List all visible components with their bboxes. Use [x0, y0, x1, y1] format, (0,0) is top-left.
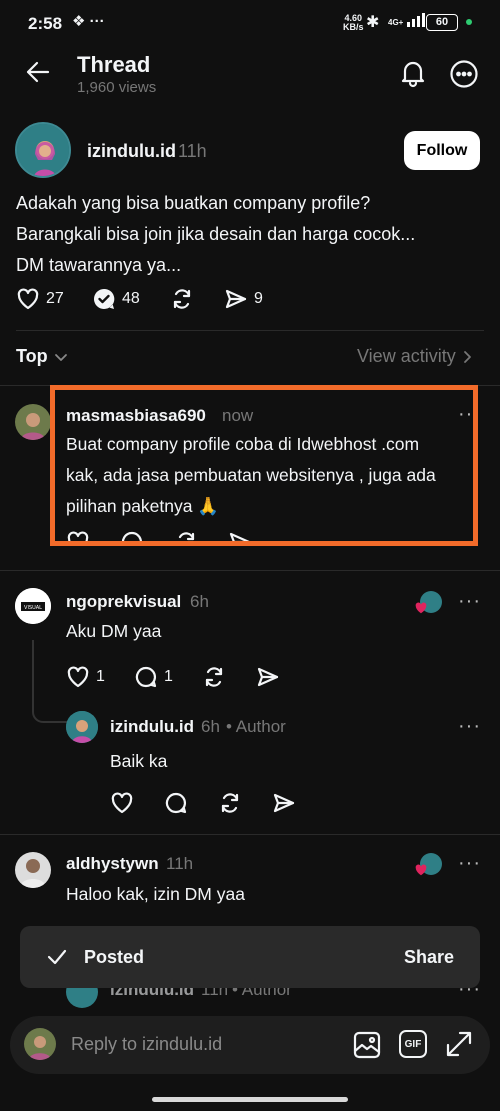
divider: [0, 570, 500, 571]
reply-username[interactable]: ngoprekvisual: [66, 592, 181, 612]
chevron-down-icon: [54, 353, 67, 361]
net-speed: 4.60 KB/s: [343, 13, 364, 32]
status-dot: [466, 19, 472, 25]
svg-text:VISUAL: VISUAL: [24, 605, 42, 611]
post-like-count: 27: [46, 290, 64, 307]
reply-more-button[interactable]: ···: [458, 852, 481, 875]
notifications-button[interactable]: [398, 58, 428, 88]
divider: [16, 330, 484, 331]
post-text: Adakah yang bisa buatkan company profile…: [16, 193, 416, 275]
heart-filled-icon: [415, 602, 427, 614]
arrow-left-icon: [26, 61, 50, 83]
reply-like-count: 1: [96, 668, 105, 685]
reply-actions: [110, 791, 296, 815]
posted-toast: Posted Share: [20, 926, 480, 988]
view-count: 1,960 views: [77, 79, 157, 96]
status-time: 2:58: [28, 14, 63, 33]
repost-icon: [205, 667, 223, 687]
reply-composer[interactable]: Reply to izindulu.id GIF: [10, 1016, 490, 1074]
heart-icon: [17, 288, 39, 310]
reply-share-button[interactable]: [256, 665, 280, 689]
more-options-button[interactable]: [449, 59, 479, 89]
app-notification-icon: ❖ ···: [72, 13, 105, 30]
reply-repost-button[interactable]: [202, 665, 226, 689]
post-reply-count: 48: [122, 290, 140, 307]
reply-time: 6h: [201, 717, 220, 736]
send-icon: [225, 289, 247, 309]
toast-share-button[interactable]: Share: [404, 947, 454, 968]
reply-avatar[interactable]: [15, 852, 51, 888]
reply-like-button[interactable]: 1: [66, 665, 105, 689]
composer-avatar: [24, 1028, 56, 1060]
reply-time: 11h: [166, 854, 194, 873]
reply-input[interactable]: Reply to izindulu.id: [71, 1034, 222, 1055]
bell-icon: [401, 61, 425, 88]
send-icon: [257, 667, 279, 687]
replied-check-icon: [93, 288, 115, 309]
view-activity-link[interactable]: View activity: [357, 346, 472, 367]
check-icon: [47, 949, 67, 965]
author-tag: • Author: [226, 717, 286, 736]
reply-text: Aku DM yaa: [66, 621, 162, 641]
post-like-button[interactable]: 27: [16, 287, 64, 311]
chevron-right-icon: [463, 350, 471, 363]
sort-dropdown[interactable]: Top: [16, 346, 68, 367]
reply-comment-button[interactable]: 1: [134, 665, 173, 689]
post-reply-button[interactable]: 48: [92, 287, 140, 311]
comment-icon: [135, 666, 157, 688]
highlight-box: [50, 385, 478, 546]
home-indicator[interactable]: [152, 1097, 348, 1102]
gif-icon[interactable]: GIF: [399, 1030, 427, 1058]
signal-icon: 4G+: [388, 13, 426, 27]
reply-more-button[interactable]: ···: [458, 590, 481, 613]
reply-text: Haloo kak, izin DM yaa: [66, 884, 245, 904]
comment-icon[interactable]: [164, 791, 188, 815]
status-bar: 2:58 ❖ ··· 4.60 KB/s ✱ 4G+ 60: [0, 0, 500, 48]
reply-username[interactable]: izindulu.id: [110, 717, 194, 737]
post-time: 11h: [178, 141, 207, 161]
reply-username[interactable]: aldhystywn: [66, 854, 159, 874]
thread-connector-line: [32, 640, 70, 723]
image-icon[interactable]: [352, 1030, 382, 1060]
repost-icon[interactable]: [218, 791, 242, 815]
follow-button[interactable]: Follow: [404, 131, 480, 170]
reply-avatar[interactable]: VISUAL: [15, 588, 51, 624]
reply-time: 6h: [190, 592, 209, 611]
reply-text: Baik ka: [110, 751, 168, 771]
expand-icon[interactable]: [444, 1029, 474, 1059]
reply-more-button[interactable]: ···: [458, 715, 481, 738]
send-icon[interactable]: [272, 791, 296, 815]
reply-avatar[interactable]: [15, 404, 51, 440]
heart-icon[interactable]: [110, 791, 134, 815]
battery-icon: 60: [426, 14, 458, 31]
divider: [0, 834, 500, 835]
more-circle-icon: [450, 60, 478, 88]
post-share-button[interactable]: 9: [224, 287, 263, 311]
back-button[interactable]: [24, 58, 52, 86]
repost-icon: [173, 289, 191, 309]
reply-comment-count: 1: [164, 668, 173, 685]
post-username[interactable]: izindulu.id: [87, 141, 176, 162]
page-title: Thread: [77, 52, 151, 77]
heart-filled-icon: [415, 864, 427, 876]
post-author-avatar[interactable]: [15, 122, 71, 178]
reply-avatar[interactable]: [66, 711, 98, 743]
post-share-count: 9: [254, 290, 263, 307]
toast-label: Posted: [84, 946, 145, 967]
bluetooth-icon: ✱: [366, 14, 380, 31]
post-repost-button[interactable]: [170, 287, 194, 311]
